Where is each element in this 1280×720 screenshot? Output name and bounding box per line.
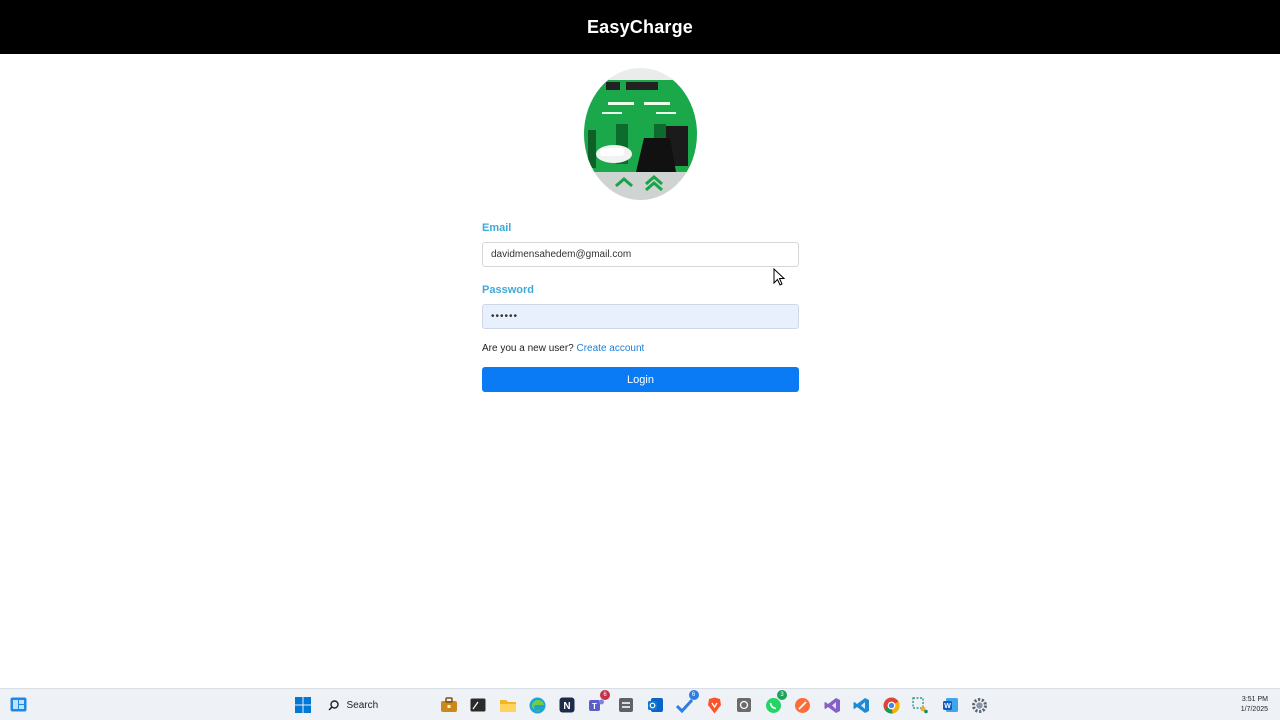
todo-badge: 6 <box>688 690 699 700</box>
brave-icon[interactable] <box>703 694 725 716</box>
mouse-cursor-icon <box>773 268 785 286</box>
edge-icon[interactable] <box>526 694 548 716</box>
widgets-icon[interactable] <box>10 697 27 712</box>
visual-studio-icon[interactable] <box>821 694 843 716</box>
teams-icon[interactable]: T 6 <box>585 690 610 716</box>
ev-charging-station-logo <box>584 68 697 200</box>
password-field[interactable]: •••••• <box>482 304 799 329</box>
screenshot-icon[interactable] <box>733 694 755 716</box>
login-button[interactable]: Login <box>482 367 799 392</box>
settings-icon[interactable] <box>969 694 991 716</box>
word-icon[interactable]: W <box>939 694 961 716</box>
file-explorer-icon[interactable] <box>497 694 519 716</box>
taskbar-icons: Search N T 6 6 3 W <box>292 690 998 717</box>
password-label: Password <box>482 284 534 296</box>
email-label: Email <box>482 222 512 234</box>
vscode-icon[interactable] <box>851 694 873 716</box>
notion-icon[interactable]: N <box>556 694 578 716</box>
chrome-icon[interactable] <box>880 694 902 716</box>
login-form: Email davidmensahedem@gmail.com Password… <box>482 218 799 392</box>
terminal-icon[interactable] <box>467 694 489 716</box>
postman-icon[interactable] <box>792 694 814 716</box>
whatsapp-icon[interactable]: 3 <box>762 690 787 716</box>
svg-text:T: T <box>592 702 597 711</box>
create-account-link[interactable]: Create account <box>577 343 645 354</box>
clock-date: 1/7/2025 <box>1240 706 1268 713</box>
signup-prompt: Are you a new user? <box>482 343 574 354</box>
stack-icon[interactable] <box>615 694 637 716</box>
outlook-icon[interactable] <box>644 694 666 716</box>
briefcase-icon[interactable] <box>438 694 460 716</box>
windows-taskbar: Search N T 6 6 3 W 3:51 PM 1/7/2025 <box>0 688 1280 720</box>
search-icon <box>327 699 339 711</box>
svg-text:N: N <box>563 701 570 712</box>
todo-icon[interactable]: 6 <box>674 690 699 716</box>
email-field[interactable]: davidmensahedem@gmail.com <box>482 242 799 267</box>
search-label: Search <box>346 699 379 711</box>
whatsapp-badge: 3 <box>777 690 787 700</box>
app-title: EasyCharge <box>586 16 694 37</box>
windows-start-icon[interactable] <box>292 694 314 716</box>
system-clock[interactable]: 3:51 PM 1/7/2025 <box>1241 695 1268 715</box>
clock-time: 3:51 PM <box>1241 696 1268 703</box>
app-header: EasyCharge <box>0 0 1280 54</box>
taskbar-search[interactable]: Search <box>322 694 426 716</box>
snipping-tool-icon[interactable] <box>910 694 932 716</box>
svg-text:W: W <box>944 703 951 710</box>
signup-row: Are you a new user? Create account <box>482 342 799 356</box>
teams-badge: 6 <box>600 690 610 700</box>
